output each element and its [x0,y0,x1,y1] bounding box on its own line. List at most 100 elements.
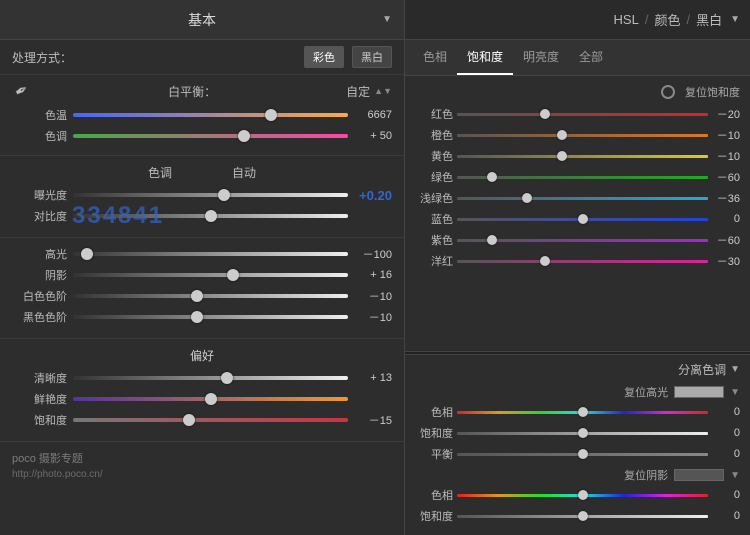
sh-sat-wrap[interactable] [457,509,708,523]
shadow-swatch[interactable] [674,469,724,481]
vibrance-track-wrap[interactable] [73,391,348,407]
split-arrow[interactable]: ▼ [730,364,740,375]
target-icon[interactable] [661,85,675,99]
tint-value: + 50 [354,130,392,142]
eyedropper-icon[interactable]: ✒ [12,81,32,101]
hsl-purple-row: 紫色 －60 [415,232,740,248]
hsl-purple-wrap[interactable] [457,233,708,247]
balance-wrap[interactable] [457,447,708,461]
saturation-track-wrap[interactable] [73,412,348,428]
tint-thumb[interactable] [238,130,250,142]
highlight-track [73,252,348,256]
white-clip-row: 白色色阶 －10 [12,288,392,304]
balance-thumb[interactable] [578,449,588,459]
hsl-blue-wrap[interactable] [457,212,708,226]
shadow-track [73,273,348,277]
hsl-red-value: －20 [712,106,740,122]
hsl-orange-wrap[interactable] [457,128,708,142]
saturation-thumb[interactable] [183,414,195,426]
tab-all[interactable]: 全部 [569,40,613,75]
sh-hue-thumb[interactable] [578,490,588,500]
balance-label: 平衡 [415,446,453,462]
left-panel-arrow[interactable]: ▼ [382,14,392,25]
tab-brightness[interactable]: 明亮度 [513,40,569,75]
split-hl-expand[interactable]: ▼ [730,387,740,398]
hsl-magenta-value: －30 [712,253,740,269]
hsl-green-wrap[interactable] [457,170,708,184]
black-clip-thumb[interactable] [191,311,203,323]
hsl-purple-label: 紫色 [415,232,453,248]
white-balance-section: ✒ 白平衡： 自定 ▲▼ 色温 6667 色调 [0,75,404,156]
clarity-label: 清晰度 [12,370,67,386]
hsl-magenta-thumb[interactable] [540,256,550,266]
hsl-red-row: 红色 －20 [415,106,740,122]
tab-saturation[interactable]: 饱和度 [457,40,513,75]
hsl-green-thumb[interactable] [487,172,497,182]
pref-header: 偏好 [12,347,392,364]
tone-label: 色调 [148,164,172,181]
tone-auto-btn[interactable]: 自动 [232,164,256,181]
highlight-swatch[interactable] [674,386,724,398]
temp-track-wrap[interactable] [73,107,348,123]
hl-sat-thumb[interactable] [578,428,588,438]
hsl-yellow-thumb[interactable] [557,151,567,161]
hsl-orange-thumb[interactable] [557,130,567,140]
split-sh-expand[interactable]: ▼ [730,470,740,481]
hsl-blue-value: 0 [712,213,740,225]
hl-hue-thumb[interactable] [578,407,588,417]
wb-preset[interactable]: 自定 ▲▼ [346,83,392,100]
saturation-row: 饱和度 －15 [12,412,392,428]
sh-hue-row: 色相 0 [415,487,740,503]
exposure-track [73,193,348,197]
bw-label[interactable]: 黑白 [696,10,722,29]
hsl-magenta-wrap[interactable] [457,254,708,268]
white-clip-thumb[interactable] [191,290,203,302]
hl-hue-wrap[interactable] [457,405,708,419]
sh-sat-track [457,515,708,518]
reset-sat-btn[interactable]: 复位饱和度 [685,84,740,100]
white-clip-track-wrap[interactable] [73,288,348,304]
hl-hue-value: 0 [712,406,740,418]
highlight-track-wrap[interactable] [73,246,348,262]
tone-header: 色调 自动 [12,164,392,181]
shadow-track-wrap[interactable] [73,267,348,283]
sh-hue-wrap[interactable] [457,488,708,502]
black-clip-track [73,315,348,319]
tab-hue[interactable]: 色相 [413,40,457,75]
hsl-aqua-value: －36 [712,190,740,206]
shadow-sub: 复位阴影 ▼ 色相 0 饱和度 [415,467,740,524]
white-clip-value: －10 [354,288,392,304]
bw-btn[interactable]: 黑白 [352,46,392,68]
hsl-red-thumb[interactable] [540,109,550,119]
vibrance-thumb[interactable] [205,393,217,405]
tint-track-wrap[interactable] [73,128,348,144]
vibrance-label: 鲜艳度 [12,391,67,407]
black-clip-track-wrap[interactable] [73,309,348,325]
sh-sat-value: 0 [712,510,740,522]
hsl-aqua-wrap[interactable] [457,191,708,205]
right-panel-arrow[interactable]: ▼ [730,14,740,25]
hl-sat-wrap[interactable] [457,426,708,440]
highlight-thumb[interactable] [81,248,93,260]
hsl-blue-thumb[interactable] [578,214,588,224]
contrast-track-wrap[interactable] [73,208,348,224]
exposure-track-wrap[interactable] [73,187,348,203]
hsl-yellow-value: －10 [712,148,740,164]
hsl-aqua-thumb[interactable] [522,193,532,203]
contrast-thumb[interactable] [205,210,217,222]
color-btn[interactable]: 彩色 [304,46,344,68]
sh-sat-thumb[interactable] [578,511,588,521]
shadow-thumb[interactable] [227,269,239,281]
wb-header: ✒ 白平衡： 自定 ▲▼ [12,81,392,101]
temp-thumb[interactable] [265,109,277,121]
hsl-purple-thumb[interactable] [487,235,497,245]
wb-arrow: ▲▼ [374,86,392,96]
hl-sat-label: 饱和度 [415,425,453,441]
hsl-red-wrap[interactable] [457,107,708,121]
clarity-thumb[interactable] [221,372,233,384]
color-label[interactable]: 颜色 [654,10,680,29]
exposure-thumb[interactable] [218,189,230,201]
clarity-track-wrap[interactable] [73,370,348,386]
hsl-yellow-wrap[interactable] [457,149,708,163]
hsl-tabs: 色相 饱和度 明亮度 全部 [405,40,750,76]
